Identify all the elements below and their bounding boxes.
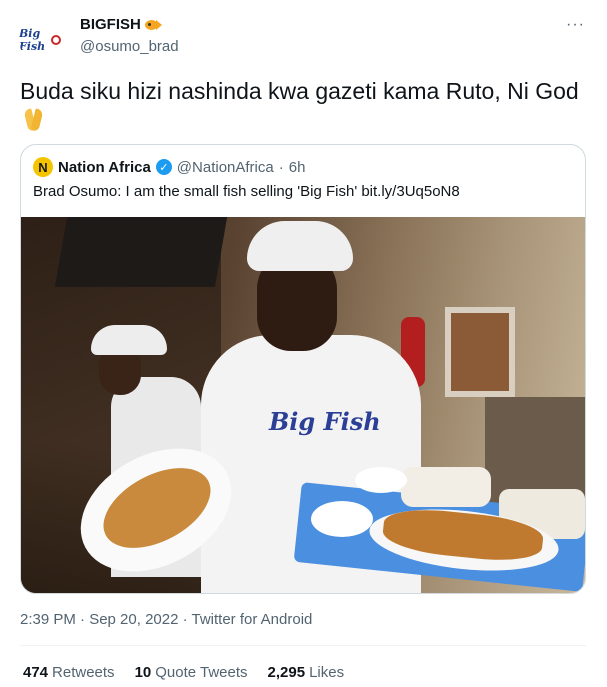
author-display-name[interactable]: BIGFISH xyxy=(80,16,179,33)
likes-count: 2,295 xyxy=(267,664,306,681)
tweet-timestamp[interactable]: 2:39 PM · Sep 20, 2022 · Twitter for And… xyxy=(20,611,312,628)
extractor-hood xyxy=(54,217,228,287)
divider xyxy=(20,645,586,646)
retweets-stat[interactable]: 474 Retweets xyxy=(23,664,115,681)
verified-badge-icon: ✓ xyxy=(155,159,172,175)
quoted-handle: @NationAfrica xyxy=(176,158,274,176)
tweet-stats: 474 Retweets 10 Quote Tweets 2,295 Likes xyxy=(23,664,344,681)
quote-tweets-stat[interactable]: 10 Quote Tweets xyxy=(135,664,248,681)
folded-hands-icon xyxy=(20,107,48,133)
background-chef-hairnet xyxy=(91,325,167,355)
quoted-time: 6h xyxy=(288,158,306,176)
quoted-display-name: Nation Africa xyxy=(58,158,151,176)
quote-tweets-label: Quote Tweets xyxy=(155,664,248,681)
fish-icon xyxy=(143,18,163,32)
side-bowl-back xyxy=(355,467,407,493)
quoted-tweet-header: N Nation Africa ✓ @NationAfrica · 6h xyxy=(33,157,305,177)
quoted-tweet-text: Brad Osumo: I am the small fish selling … xyxy=(33,183,460,200)
quote-tweets-count: 10 xyxy=(134,664,152,681)
author-handle[interactable]: @osumo_brad xyxy=(80,38,179,55)
avatar-logo-mark xyxy=(51,35,61,45)
retweets-count: 474 xyxy=(23,664,49,681)
author-name-text: BIGFISH xyxy=(80,16,141,33)
tweet-text: Buda siku hizi nashinda kwa gazeti kama … xyxy=(20,76,580,133)
kitchen-window xyxy=(445,307,515,397)
likes-stat[interactable]: 2,295 Likes xyxy=(268,664,345,681)
ugali-back xyxy=(401,467,491,507)
more-options-icon[interactable]: ··· xyxy=(566,16,585,34)
likes-label: Likes xyxy=(309,664,345,681)
quoted-tweet[interactable]: N Nation Africa ✓ @NationAfrica · 6h Bra… xyxy=(20,144,586,594)
quoted-avatar: N xyxy=(33,157,53,177)
quoted-photo[interactable]: Big Fish xyxy=(21,217,585,593)
tweet: Big Fish BIGFISH @osumo_brad ··· Buda si… xyxy=(0,0,607,687)
shirt-logo: Big Fish xyxy=(269,407,381,436)
retweets-label: Retweets xyxy=(52,664,115,681)
side-bowl-front xyxy=(311,501,373,537)
author-info: BIGFISH @osumo_brad xyxy=(80,16,179,55)
quoted-separator: · xyxy=(278,158,284,176)
tweet-body: Buda siku hizi nashinda kwa gazeti kama … xyxy=(20,78,579,104)
chef-hairnet xyxy=(247,221,353,271)
author-avatar[interactable]: Big Fish xyxy=(19,16,67,64)
